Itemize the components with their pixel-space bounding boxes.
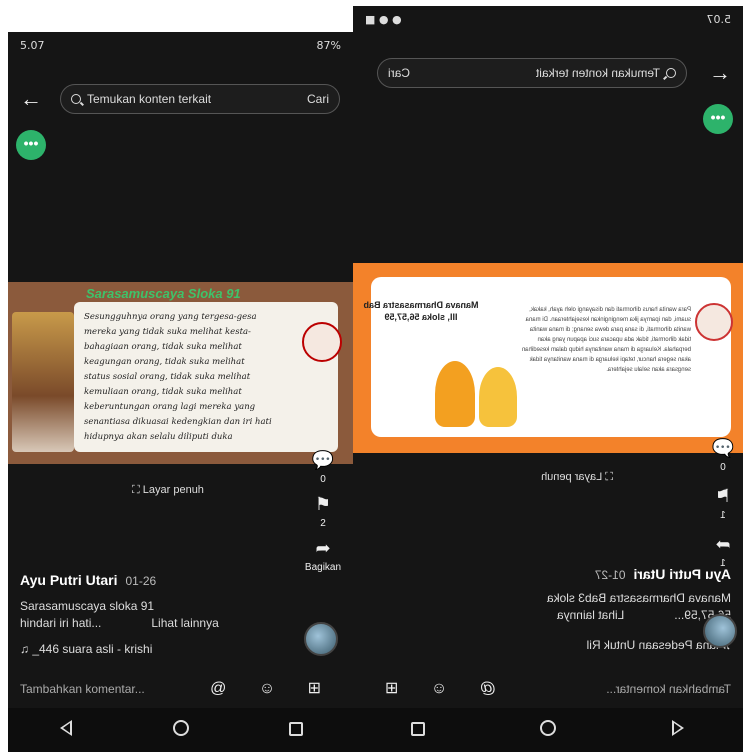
android-nav-bar [353, 708, 743, 752]
search-row: ← Temukan konten terkait Cari [353, 58, 743, 92]
back-arrow-icon[interactable]: ← [709, 60, 731, 86]
action-sidebar: 💬 0 ⚑ 1 ➦ 1 [703, 438, 743, 572]
comment-icon[interactable]: 💬 [703, 438, 743, 460]
post-image[interactable]: Manava Dharmasastra Bab III, sloka 56,57… [353, 263, 743, 453]
search-placeholder: Temukan konten terkait [87, 92, 212, 106]
fullscreen-label: Layar penuh [142, 484, 204, 496]
nav-back-icon[interactable] [46, 719, 86, 741]
comment-bar[interactable]: Tambahkan komentar... @ ☺ ⊞ [8, 674, 353, 704]
music-track[interactable]: ♫ _446 suara asli - krishi [20, 642, 152, 656]
search-button[interactable]: Cari [388, 66, 410, 80]
nav-recents-icon[interactable] [276, 720, 316, 741]
search-input[interactable]: Temukan konten terkait Cari [60, 84, 340, 114]
post-image[interactable]: Sarasamuscaya Sloka 91 Sesungguhnya oran… [8, 282, 353, 464]
slide-card: Manava Dharmasastra Bab III, sloka 56,57… [363, 277, 731, 437]
right-phone-screen-mirrored: 5.07 ● ● ■ ← Temukan konten terkait Cari… [353, 6, 743, 752]
search-input[interactable]: Temukan konten terkait Cari [377, 58, 687, 88]
status-icons: ● ● ■ [365, 12, 402, 26]
nav-back-icon[interactable] [658, 719, 698, 741]
slide-text: Sesungguhnya orang yang tergesa-gesa mer… [74, 302, 338, 452]
bookmark-icon[interactable]: ⚑ [303, 494, 343, 516]
search-placeholder: Temukan konten terkait [535, 66, 660, 80]
post-date: 01-27 [594, 568, 626, 582]
slide-line: kemuliaan orang, tidak suka melihat [84, 387, 242, 397]
comment-tools-icon[interactable]: @ ☺ ⊞ [371, 678, 496, 698]
post-date: 01-26 [125, 574, 157, 588]
slide-line: mereka yang tidak suka melihat kesta- [84, 327, 251, 337]
nav-home-icon[interactable] [528, 719, 568, 741]
share-label: Bagikan [304, 562, 342, 573]
left-phone-screen: 5.07 87% ← Temukan konten terkait Cari •… [8, 32, 353, 752]
comment-tools-icon[interactable]: @ ☺ ⊞ [210, 678, 335, 698]
status-battery: 87% [316, 38, 341, 52]
creator-face-sticker [695, 303, 733, 341]
action-sidebar: 💬 0 ⚑ 2 ➦ Bagikan [303, 450, 343, 576]
nav-home-icon[interactable] [161, 719, 201, 741]
more-options-button[interactable]: ••• [16, 130, 46, 160]
child-illustration [479, 367, 517, 427]
fullscreen-button[interactable]: ⛶ Layar penuh [541, 471, 613, 484]
nav-recents-icon[interactable] [398, 720, 438, 741]
more-options-button[interactable]: ••• [703, 104, 733, 134]
comment-count: 0 [720, 462, 726, 473]
slide-title: Sarasamuscaya Sloka 91 [86, 286, 241, 301]
dancers-illustration [12, 312, 74, 452]
author-name[interactable]: Ayu Putri Utari [634, 566, 732, 582]
comment-count: 0 [320, 474, 326, 485]
back-arrow-icon[interactable]: ← [20, 86, 42, 112]
slide-line: senantiasa dikuasai kedengkian dan iri h… [84, 417, 272, 427]
author-name[interactable]: Ayu Putri Utari [20, 572, 118, 588]
slide-line: hidupnya akan selalu diliputi duka [84, 432, 233, 442]
post-author[interactable]: Ayu Putri Utari 01-27 [595, 566, 731, 582]
comment-input[interactable]: Tambahkan komentar... [20, 682, 145, 696]
status-bar: 5.07 ● ● ■ [353, 6, 743, 32]
search-row: ← Temukan konten terkait Cari [8, 84, 353, 118]
save-count: 2 [320, 518, 326, 529]
slide-line: keberuntungan orang lagi mereka yang [84, 402, 256, 412]
desc-line: hindari iri hati... [20, 616, 102, 630]
status-time: 5.07 [20, 38, 45, 52]
android-nav-bar [8, 708, 353, 752]
desc-line: Sarasamuscaya sloka 91 [20, 599, 155, 613]
bookmark-icon[interactable]: ⚑ [703, 486, 743, 508]
slide-text: Para wanita harus dihormati dan disayang… [521, 307, 691, 373]
comment-icon[interactable]: 💬 [303, 450, 343, 472]
fullscreen-label: Layar penuh [541, 471, 603, 483]
music-disc-avatar[interactable] [304, 622, 338, 656]
search-icon [666, 68, 676, 78]
slide-line: bahagiaan orang, tidak suka melihat [84, 342, 242, 352]
post-description: Manava Dharmasastra Bab3 sloka 56,57,59.… [431, 590, 731, 624]
share-icon[interactable]: ➦ [303, 538, 343, 560]
search-icon [71, 94, 81, 104]
fullscreen-button[interactable]: ⛶ Layar penuh [132, 484, 204, 497]
comment-input[interactable]: Tambahkan komentar... [606, 682, 731, 696]
share-icon[interactable]: ➦ [703, 534, 743, 556]
slide-title: Manava Dharmasastra Bab III, sloka 56,57… [363, 300, 479, 322]
post-description: Sarasamuscaya sloka 91 hindari iri hati.… [20, 598, 320, 632]
fullscreen-icon: ⛶ [605, 471, 613, 483]
save-count: 1 [720, 510, 726, 521]
see-more-link[interactable]: Lihat lainnya [151, 616, 218, 630]
slide-line: status sosial orang, tidak suka melihat [84, 372, 251, 382]
desc-line: Manava Dharmasastra Bab3 sloka [546, 591, 731, 605]
slide-line: keagungan orang, tidak suka melihat [84, 357, 245, 367]
music-disc-avatar[interactable] [703, 614, 737, 648]
see-more-link[interactable]: Lihat lainnya [557, 608, 624, 622]
creator-face-sticker [302, 322, 342, 362]
comment-bar[interactable]: Tambahkan komentar... @ ☺ ⊞ [353, 674, 743, 704]
status-time: 5.07 [706, 12, 732, 26]
child-illustration [435, 361, 475, 427]
status-bar: 5.07 87% [8, 32, 353, 58]
slide-line: Sesungguhnya orang yang tergesa-gesa [84, 312, 257, 322]
post-author[interactable]: Ayu Putri Utari 01-26 [20, 572, 156, 588]
fullscreen-icon: ⛶ [132, 484, 140, 496]
search-button[interactable]: Cari [307, 92, 329, 106]
